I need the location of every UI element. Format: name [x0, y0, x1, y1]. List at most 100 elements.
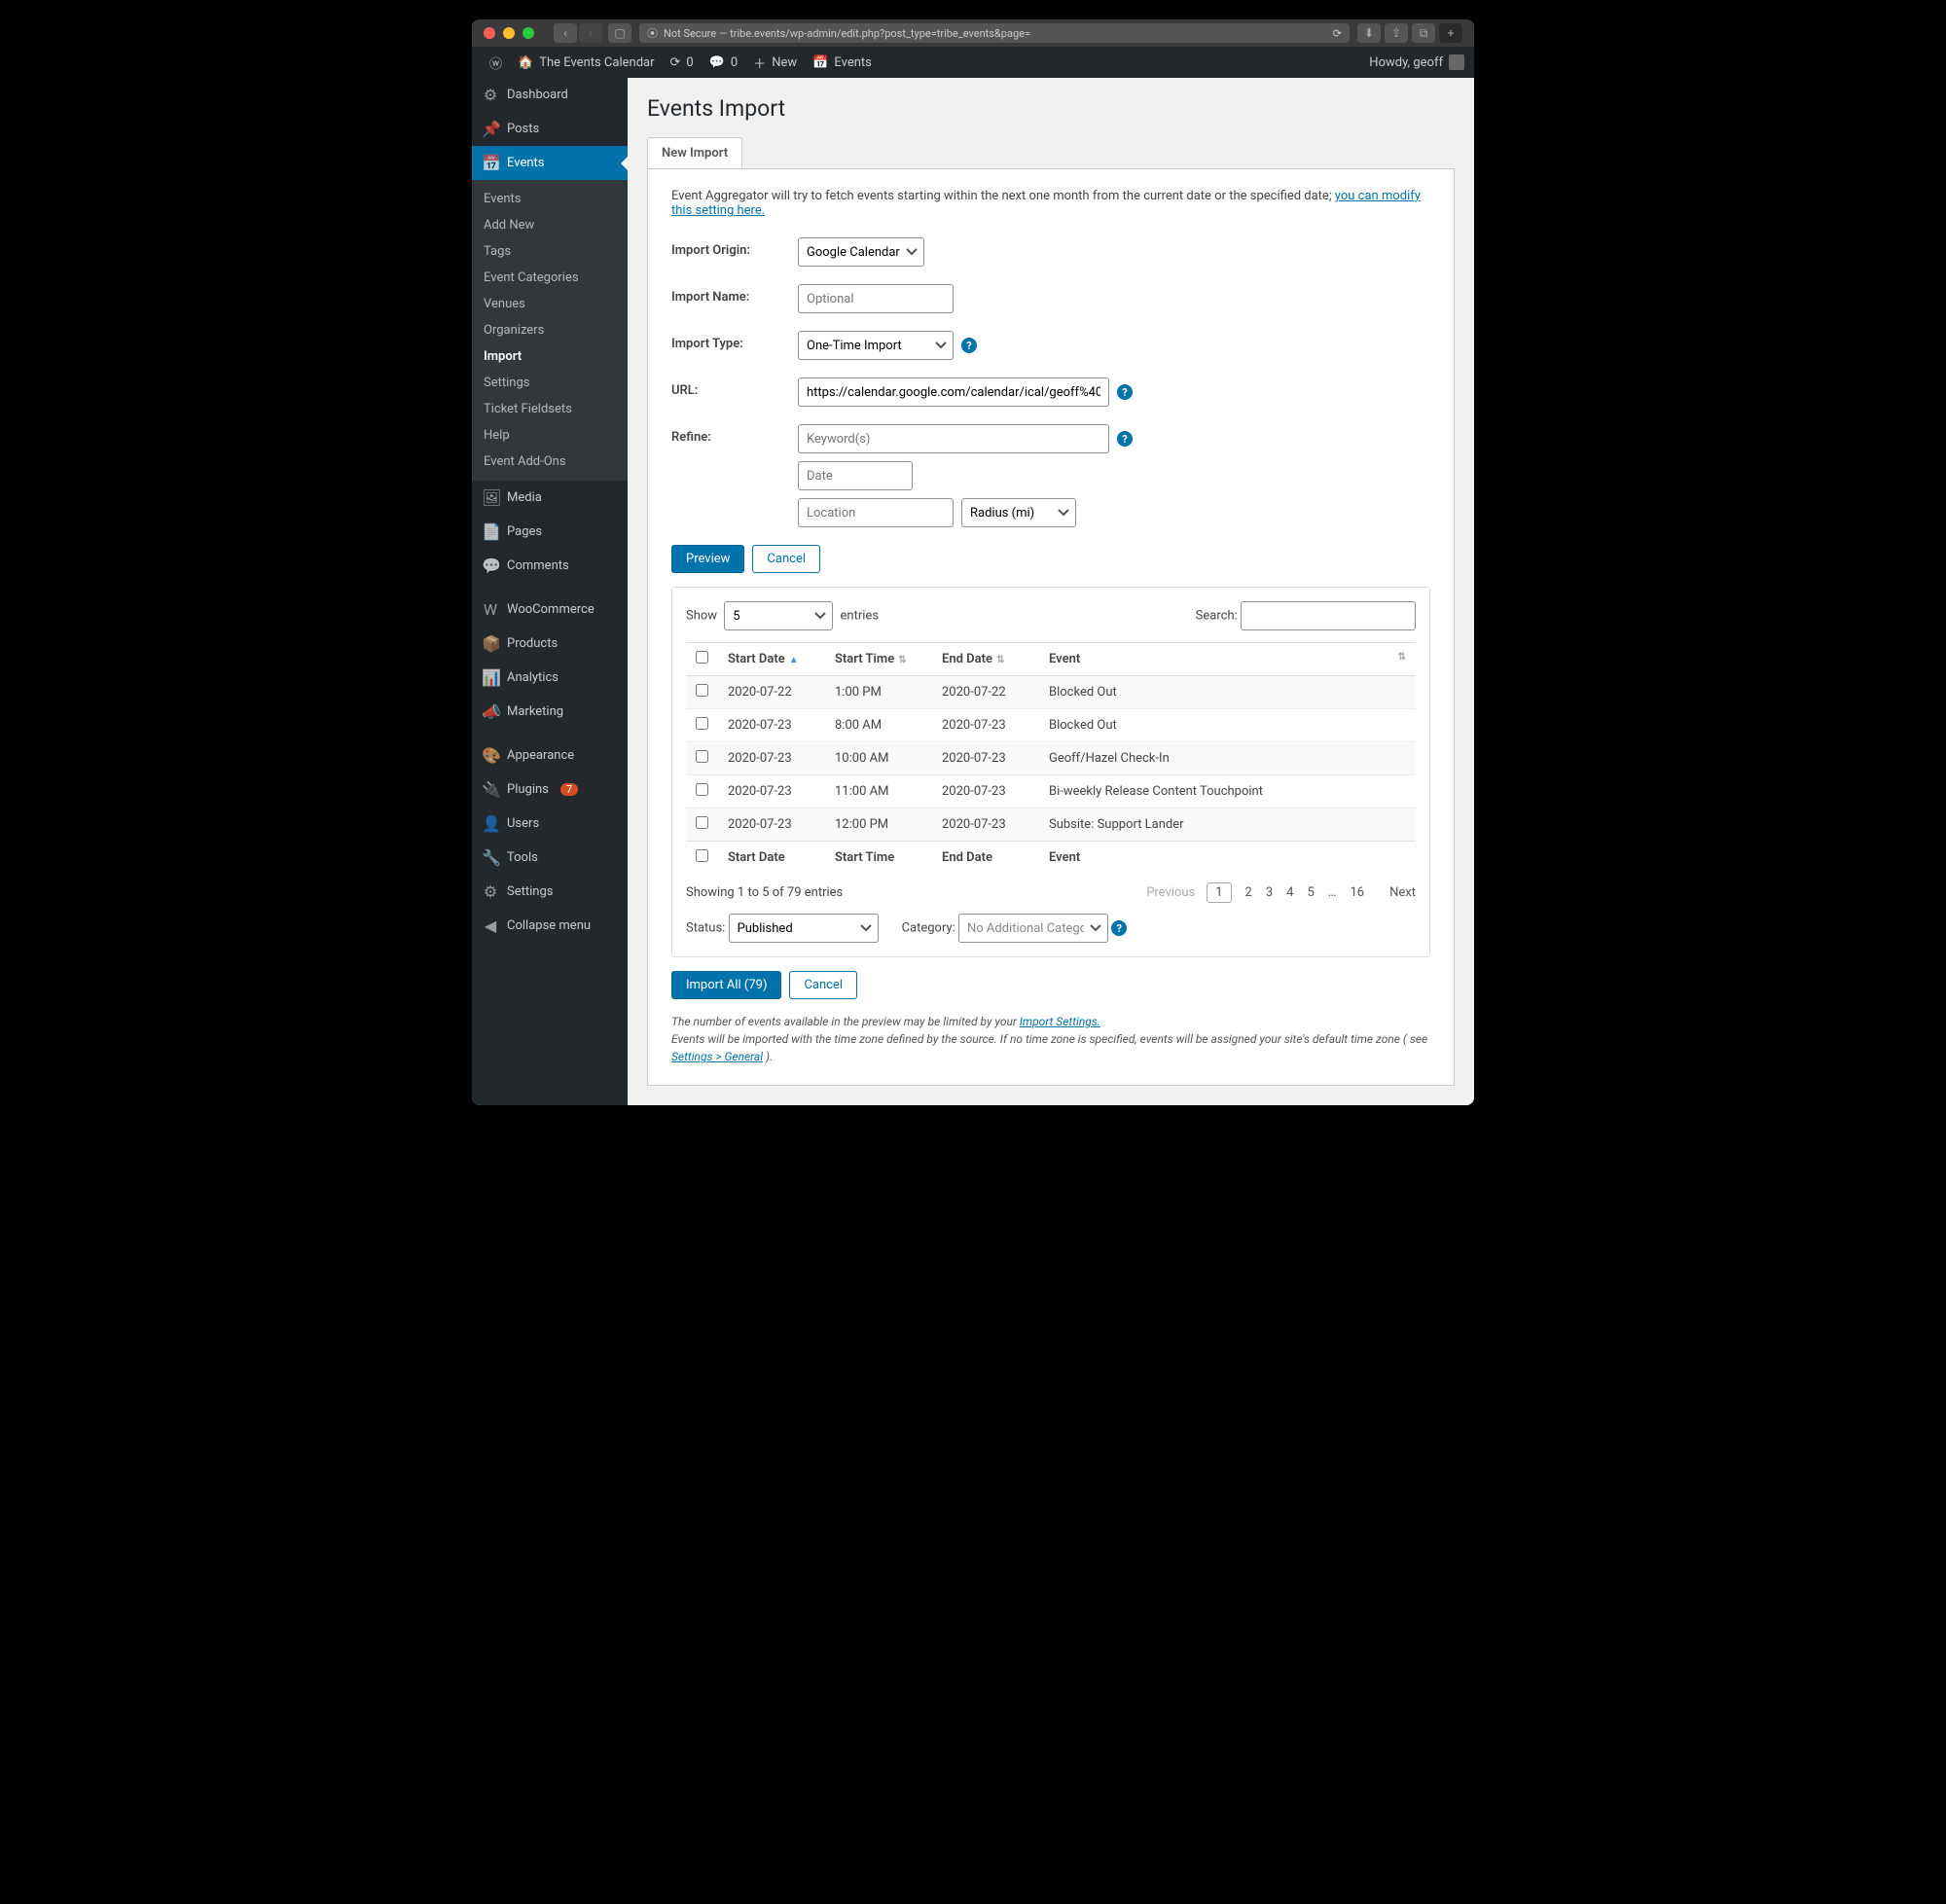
next-button[interactable]: Next	[1389, 885, 1416, 900]
new-label: New	[772, 55, 797, 70]
sidebar-item-woocommerce[interactable]: WWooCommerce	[472, 593, 628, 627]
sidebar-item-events[interactable]: 📅Events	[472, 146, 628, 180]
sidebar-item-tools[interactable]: 🔧Tools	[472, 841, 628, 875]
page-16[interactable]: 16	[1351, 885, 1365, 900]
minimize-icon[interactable]	[503, 27, 515, 39]
sidebar-item-pages[interactable]: 📄Pages	[472, 515, 628, 549]
help-icon[interactable]: ?	[1117, 384, 1133, 400]
events-link[interactable]: 📅 Events	[805, 55, 880, 70]
submenu-item-help[interactable]: Help	[472, 422, 628, 449]
prev-button[interactable]: Previous	[1146, 885, 1195, 900]
row-checkbox[interactable]	[696, 783, 708, 796]
import-settings-link[interactable]: Import Settings.	[1020, 1015, 1100, 1028]
new-tab-icon[interactable]: +	[1439, 23, 1462, 43]
site-name: The Events Calendar	[539, 55, 654, 70]
sidebar-item-posts[interactable]: 📌Posts	[472, 112, 628, 146]
submenu-item-add-new[interactable]: Add New	[472, 212, 628, 238]
reload-icon[interactable]: ⟳	[1333, 27, 1342, 40]
tabs-icon[interactable]: ⧉	[1412, 23, 1435, 43]
tab-new-import[interactable]: New Import	[647, 137, 742, 168]
col-event[interactable]: Event⇅	[1039, 643, 1416, 676]
row-checkbox[interactable]	[696, 750, 708, 763]
download-icon[interactable]: ⬇	[1357, 23, 1381, 43]
page-3[interactable]: 3	[1266, 885, 1273, 900]
forward-button[interactable]: ›	[579, 23, 602, 43]
select-all-checkbox[interactable]	[696, 651, 708, 664]
sidebar-item-products[interactable]: 📦Products	[472, 627, 628, 661]
location-input[interactable]	[798, 498, 954, 527]
page-1[interactable]: 1	[1207, 882, 1231, 903]
search-input[interactable]	[1241, 601, 1416, 630]
cell-start-date: 2020-07-22	[718, 676, 825, 709]
pagination: Previous 12345…16 Next	[1146, 885, 1416, 900]
updates-link[interactable]: ⟳ 0	[663, 55, 702, 70]
sidebar-item-collapse-menu[interactable]: ◀Collapse menu	[472, 909, 628, 943]
page-2[interactable]: 2	[1245, 885, 1252, 900]
row-checkbox[interactable]	[696, 717, 708, 730]
name-input[interactable]	[798, 284, 954, 313]
cancel-button[interactable]: Cancel	[752, 545, 820, 573]
sidebar-item-settings[interactable]: ⚙Settings	[472, 875, 628, 909]
date-input[interactable]	[798, 461, 913, 490]
avatar[interactable]	[1449, 54, 1464, 70]
zoom-icon[interactable]	[523, 27, 534, 39]
sidebar-item-users[interactable]: 👤Users	[472, 807, 628, 841]
type-select[interactable]: One-Time Import	[798, 331, 954, 360]
sidebar-item-comments[interactable]: 💬Comments	[472, 549, 628, 583]
col-start-time[interactable]: Start Time⇅	[825, 643, 932, 676]
radius-select[interactable]: Radius (mi)	[961, 498, 1076, 527]
origin-select[interactable]: Google Calendar	[798, 237, 924, 267]
cancel-import-button[interactable]: Cancel	[789, 971, 857, 999]
badge: 7	[560, 783, 578, 796]
menu-icon: 📌	[482, 120, 499, 138]
url-bar[interactable]: ⦿ Not Secure — tribe.events/wp-admin/edi…	[639, 23, 1350, 43]
sidebar-icon[interactable]: ▢	[608, 23, 631, 43]
submenu-item-event-categories[interactable]: Event Categories	[472, 265, 628, 291]
submenu-item-tags[interactable]: Tags	[472, 238, 628, 265]
back-button[interactable]: ‹	[554, 23, 577, 43]
url-input[interactable]	[798, 377, 1109, 407]
submenu-item-ticket-fieldsets[interactable]: Ticket Fieldsets	[472, 396, 628, 422]
submenu-item-settings[interactable]: Settings	[472, 370, 628, 396]
settings-general-link[interactable]: Settings > General	[671, 1050, 763, 1063]
submenu-item-events[interactable]: Events	[472, 186, 628, 212]
submenu-item-venues[interactable]: Venues	[472, 291, 628, 317]
sidebar-item-analytics[interactable]: 📊Analytics	[472, 661, 628, 695]
howdy-text[interactable]: Howdy, geoff	[1369, 55, 1443, 70]
import-all-button[interactable]: Import All (79)	[671, 971, 781, 999]
cell-start-time: 11:00 AM	[825, 775, 932, 808]
status-select[interactable]: Published	[729, 914, 879, 943]
sidebar-item-plugins[interactable]: 🔌Plugins7	[472, 772, 628, 807]
page-5[interactable]: 5	[1307, 885, 1314, 900]
entries-select[interactable]: 5	[724, 601, 833, 630]
select-all-footer-checkbox[interactable]	[696, 849, 708, 862]
submenu-item-event-add-ons[interactable]: Event Add-Ons	[472, 449, 628, 475]
wp-logo-icon[interactable]: ⓦ	[482, 54, 510, 72]
close-icon[interactable]	[484, 27, 495, 39]
col-start-date[interactable]: Start Date▲	[718, 643, 825, 676]
sidebar-item-dashboard[interactable]: ⚙Dashboard	[472, 78, 628, 112]
help-icon[interactable]: ?	[1117, 431, 1133, 447]
submenu-item-import[interactable]: Import	[472, 343, 628, 370]
submenu-item-organizers[interactable]: Organizers	[472, 317, 628, 343]
comments-link[interactable]: 💬 0	[702, 55, 746, 70]
col-end-date[interactable]: End Date⇅	[932, 643, 1039, 676]
help-icon[interactable]: ?	[1111, 920, 1127, 936]
site-link[interactable]: 🏠 The Events Calendar	[510, 55, 663, 70]
menu-label: Products	[507, 636, 558, 651]
sidebar-item-appearance[interactable]: 🎨Appearance	[472, 738, 628, 772]
sidebar-item-marketing[interactable]: 📣Marketing	[472, 695, 628, 729]
sidebar-item-media[interactable]: 🖼Media	[472, 481, 628, 515]
row-checkbox[interactable]	[696, 684, 708, 697]
keywords-input[interactable]	[798, 424, 1109, 453]
menu-icon: 📊	[482, 668, 499, 687]
refine-label: Refine:	[671, 424, 798, 445]
share-icon[interactable]: ⇪	[1385, 23, 1408, 43]
row-checkbox[interactable]	[696, 816, 708, 829]
preview-button[interactable]: Preview	[671, 545, 744, 573]
category-select[interactable]: No Additional Categories	[958, 914, 1108, 943]
new-link[interactable]: ＋ New	[745, 54, 805, 72]
cell-start-date: 2020-07-23	[718, 808, 825, 842]
help-icon[interactable]: ?	[961, 338, 977, 353]
page-4[interactable]: 4	[1286, 885, 1293, 900]
